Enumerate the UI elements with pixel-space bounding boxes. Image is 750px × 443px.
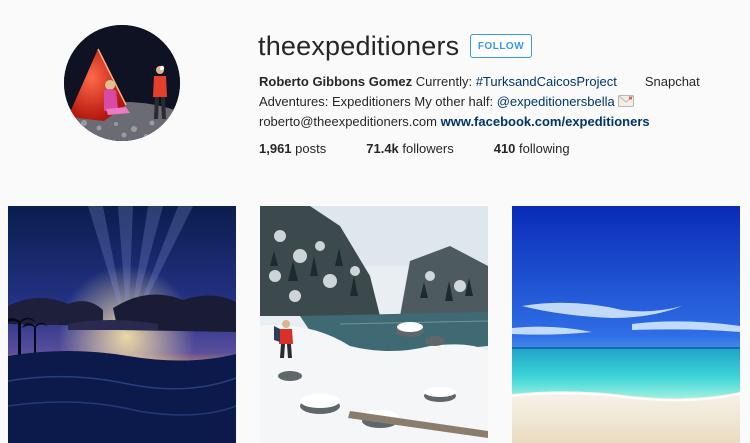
envelope-icon [618,94,635,109]
profile-username: theexpeditioners [258,31,460,61]
bio-website-link[interactable]: www.facebook.com/expeditioners [441,114,650,129]
post-thumbnail-sunset[interactable] [8,206,236,443]
post-thumbnail-beach[interactable] [512,206,740,443]
bio-line-2: Adventures: Expeditioners My other half:… [259,92,699,112]
stat-count: 1,961 [259,141,292,156]
stat-following[interactable]: 410 following [494,141,570,156]
bio-email: roberto@theexpeditioners.com [259,114,437,129]
stat-count: 410 [493,141,516,156]
profile-avatar[interactable] [64,25,180,141]
bio-text: Currently: [412,74,476,89]
posts-grid [8,206,740,443]
post-image [512,206,740,443]
bio-line-1: Roberto Gibbons Gomez Currently: #Turksa… [259,72,700,92]
stat-followers[interactable]: 71.4k followers [366,141,453,156]
bio-full-name: Roberto Gibbons Gomez [259,74,413,89]
avatar-photo [64,25,180,141]
stat-label: posts [295,141,327,156]
post-image [260,206,488,443]
bio-text: Adventures: Expeditioners My other half: [259,94,497,109]
stat-label: followers [402,141,454,156]
post-thumbnail-snowy-lake[interactable] [260,206,488,443]
bio-hashtag-link[interactable]: #TurksandCaicosProject [476,74,617,89]
stat-count: 71.4k [366,141,399,156]
follow-button[interactable]: FOLLOW [470,34,532,58]
stat-label: following [519,141,570,156]
stat-posts: 1,961 posts [259,141,326,156]
profile-stats: 1,961 posts 71.4k followers 410 followin… [259,141,610,156]
bio-mention-link[interactable]: @expeditionersbella [497,94,615,109]
bio-line-3: roberto@theexpeditioners.com www.faceboo… [259,112,699,132]
profile-bio: Roberto Gibbons Gomez Currently: #Turksa… [259,72,700,132]
bio-snapchat-text: Snapchat [644,74,700,89]
post-image [8,206,236,443]
